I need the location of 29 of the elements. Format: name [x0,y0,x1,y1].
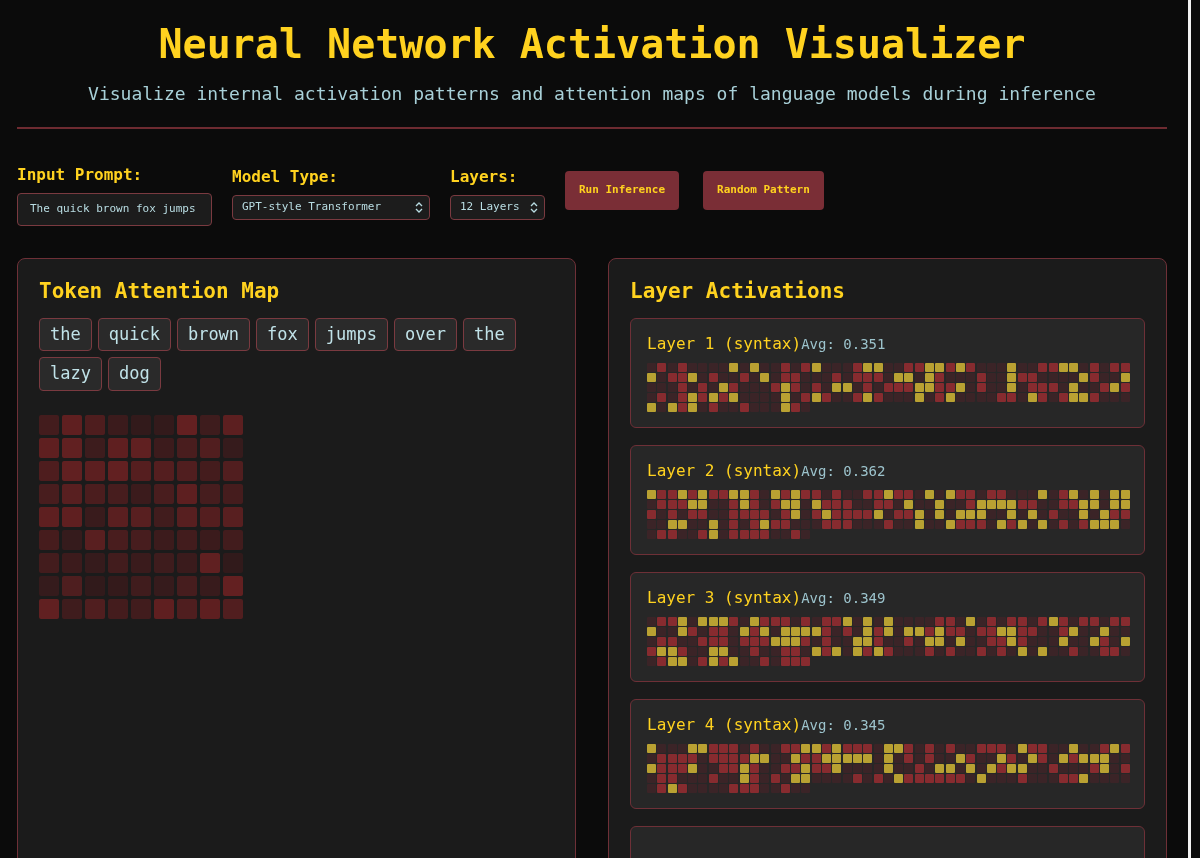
layer-title: Layer 1 (syntax) [647,333,802,353]
token-chip[interactable]: over [394,317,457,352]
average-value: Avg: 0.345 [801,717,886,735]
prompt-field[interactable]: The quick brown fox jumps [17,193,212,226]
token-chip[interactable]: the [39,317,92,352]
average-value: Avg: 0.351 [801,335,886,353]
token-chip[interactable]: brown [176,317,251,352]
token-chip[interactable]: fox [256,317,309,352]
action-button[interactable]: Run Inference [565,171,680,210]
token-chip[interactable]: the [462,317,516,352]
model-select[interactable]: GPT-style Transformer [232,195,430,220]
token-chip[interactable]: jumps [314,317,388,352]
field-label: Layers: [450,166,519,188]
action-button[interactable]: Random Pattern [703,171,824,210]
token-chip[interactable]: quick [97,317,171,352]
token-chip[interactable]: lazy [39,357,102,391]
average-value: Avg: 0.362 [801,462,886,480]
page-subtitle: Visualize internal activation patterns and attention maps of language models during inference [87,82,1097,106]
panel-title: Token Attention Map [39,278,281,304]
layers-select[interactable]: 12 Layers [450,195,545,220]
token-chip[interactable]: dog [107,357,161,391]
average-value: Avg: 0.349 [801,590,886,607]
page-title: Neural Network Activation Visualizer [157,20,1027,68]
layer-title: Layer 3 (syntax) [647,588,802,608]
layer-title: Layer 2 (syntax) [647,460,802,481]
layer-title: Layer 4 (syntax) [647,715,802,735]
field-label: Model Type: [232,166,339,188]
panel-title: Layer Activations [630,278,846,304]
field-label: Input Prompt: [17,164,144,186]
